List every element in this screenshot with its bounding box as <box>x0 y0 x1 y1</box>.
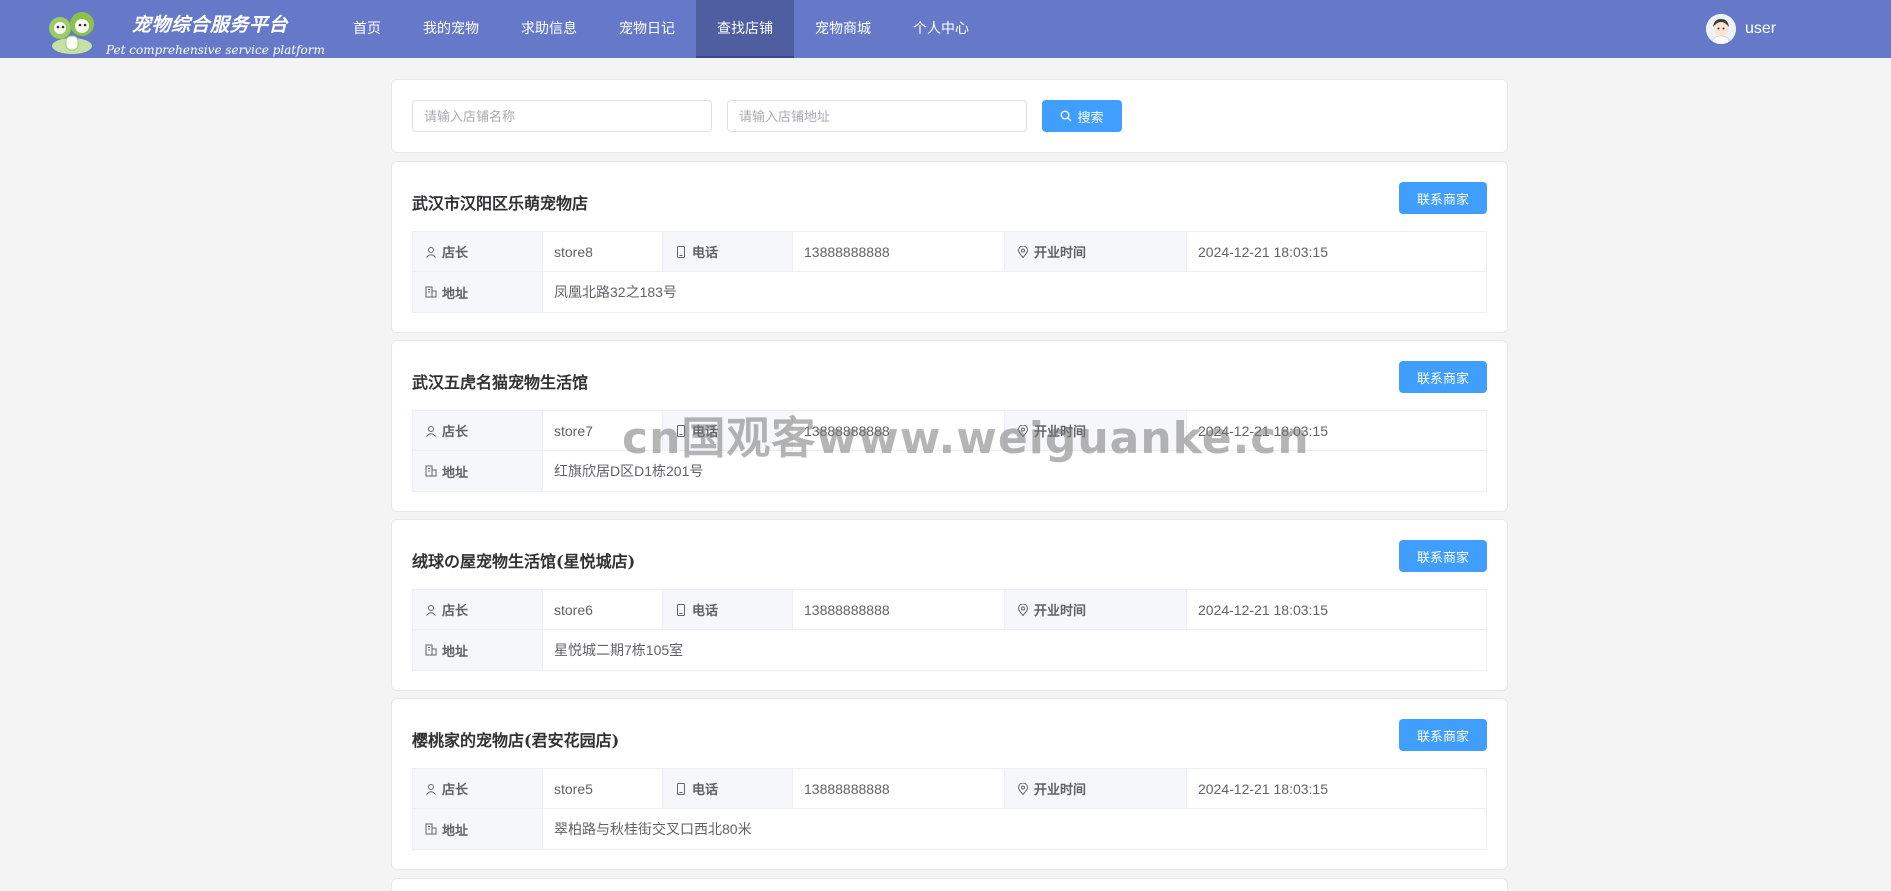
phone-icon <box>677 782 685 795</box>
contact-merchant-button[interactable]: 联系商家 <box>1399 540 1487 572</box>
user-icon <box>426 425 436 437</box>
address-label: 地址 <box>442 822 469 838</box>
contact-merchant-button[interactable]: 联系商家 <box>1399 182 1487 214</box>
brand-title: 宠物综合服务平台 <box>132 15 289 36</box>
open-time-value: 2024-12-21 18:03:15 <box>1198 422 1328 439</box>
contact-merchant-button[interactable]: 联系商家 <box>1399 361 1487 393</box>
address-value: 红旗欣居D区D1栋201号 <box>554 463 704 479</box>
building-icon <box>425 465 437 477</box>
building-icon <box>425 823 437 835</box>
brand-subtitle: Pet comprehensive service platform <box>106 43 325 57</box>
search-panel: 搜索 <box>391 79 1508 153</box>
open-time-value: 2024-12-21 18:03:15 <box>1198 243 1328 260</box>
pet-logo-icon[interactable] <box>46 8 98 56</box>
store-card-partial <box>391 878 1508 891</box>
address-value: 凤凰北路32之183号 <box>554 284 677 300</box>
store-name: 武汉五虎名猫宠物生活馆 <box>412 373 589 392</box>
contact-merchant-button[interactable]: 联系商家 <box>1399 719 1487 751</box>
open-time-value: 2024-12-21 18:03:15 <box>1198 601 1328 618</box>
owner-value: store5 <box>543 769 663 808</box>
nav-pet-diary[interactable]: 宠物日记 <box>598 0 696 58</box>
owner-label: 店长 <box>442 782 469 797</box>
user-icon <box>426 783 436 795</box>
store-details: 店长 store6 电话 13888888888 开业时间 2024-12-21… <box>412 589 1487 671</box>
owner-value: store7 <box>543 411 663 450</box>
store-name: 武汉市汉阳区乐萌宠物店 <box>412 194 589 213</box>
search-icon <box>1061 110 1072 122</box>
top-navbar: 宠物综合服务平台 Pet comprehensive service platf… <box>0 0 1891 58</box>
main-nav: 首页 我的宠物 求助信息 宠物日记 查找店铺 宠物商城 个人中心 <box>332 0 990 58</box>
open-time-label: 开业时间 <box>1034 245 1087 260</box>
address-value: 翠柏路与秋桂街交叉口西北80米 <box>554 821 752 837</box>
store-card: 武汉五虎名猫宠物生活馆 联系商家 店长 store7 电话 1388888888… <box>391 340 1508 512</box>
owner-label: 店长 <box>442 424 469 439</box>
address-label: 地址 <box>442 464 469 480</box>
phone-icon <box>677 603 685 616</box>
phone-icon <box>677 424 685 437</box>
user-name[interactable]: user <box>1745 20 1776 38</box>
owner-label: 店长 <box>442 245 469 260</box>
address-value: 星悦城二期7栋105室 <box>554 642 684 658</box>
nav-find-store[interactable]: 查找店铺 <box>696 0 794 58</box>
store-card: 武汉市汉阳区乐萌宠物店 联系商家 店长 store8 电话 1388888888… <box>391 161 1508 333</box>
store-details: 店长 store7 电话 13888888888 开业时间 2024-12-21… <box>412 410 1487 492</box>
phone-label: 电话 <box>692 424 719 439</box>
store-name: 樱桃家的宠物店(君安花园店) <box>412 731 620 750</box>
user-menu[interactable]: user <box>1706 14 1776 44</box>
building-icon <box>425 644 437 656</box>
address-label: 地址 <box>442 643 469 659</box>
search-button[interactable]: 搜索 <box>1042 100 1122 132</box>
owner-value: store8 <box>543 232 663 271</box>
user-icon <box>426 246 436 258</box>
store-name: 绒球の屋宠物生活馆(星悦城店) <box>412 552 636 571</box>
phone-label: 电话 <box>692 782 719 797</box>
store-card: 绒球の屋宠物生活馆(星悦城店) 联系商家 店长 store6 电话 138888… <box>391 519 1508 691</box>
store-card: 樱桃家的宠物店(君安花园店) 联系商家 店长 store5 电话 1388888… <box>391 698 1508 870</box>
store-address-input[interactable] <box>727 100 1027 132</box>
address-label: 地址 <box>442 285 469 301</box>
nav-profile[interactable]: 个人中心 <box>892 0 990 58</box>
store-details: 店长 store8 电话 13888888888 开业时间 2024-12-21… <box>412 231 1487 313</box>
avatar[interactable] <box>1706 14 1736 44</box>
owner-label: 店长 <box>442 603 469 618</box>
nav-help-info[interactable]: 求助信息 <box>500 0 598 58</box>
phone-icon <box>677 245 685 258</box>
open-time-label: 开业时间 <box>1034 424 1087 439</box>
search-button-label: 搜索 <box>1077 109 1104 125</box>
user-icon <box>426 604 436 616</box>
phone-value: 13888888888 <box>793 590 1005 629</box>
nav-my-pets[interactable]: 我的宠物 <box>402 0 500 58</box>
phone-label: 电话 <box>692 603 719 618</box>
building-icon <box>425 286 437 298</box>
open-time-label: 开业时间 <box>1034 782 1087 797</box>
phone-value: 13888888888 <box>793 769 1005 808</box>
location-icon <box>1017 245 1029 258</box>
store-details: 店长 store5 电话 13888888888 开业时间 2024-12-21… <box>412 768 1487 850</box>
nav-home[interactable]: 首页 <box>332 0 402 58</box>
location-icon <box>1017 424 1029 437</box>
store-name-input[interactable] <box>412 100 712 132</box>
phone-value: 13888888888 <box>793 232 1005 271</box>
location-icon <box>1017 782 1029 795</box>
owner-value: store6 <box>543 590 663 629</box>
open-time-value: 2024-12-21 18:03:15 <box>1198 780 1328 797</box>
location-icon <box>1017 603 1029 616</box>
nav-pet-mall[interactable]: 宠物商城 <box>794 0 892 58</box>
phone-value: 13888888888 <box>793 411 1005 450</box>
phone-label: 电话 <box>692 245 719 260</box>
open-time-label: 开业时间 <box>1034 603 1087 618</box>
